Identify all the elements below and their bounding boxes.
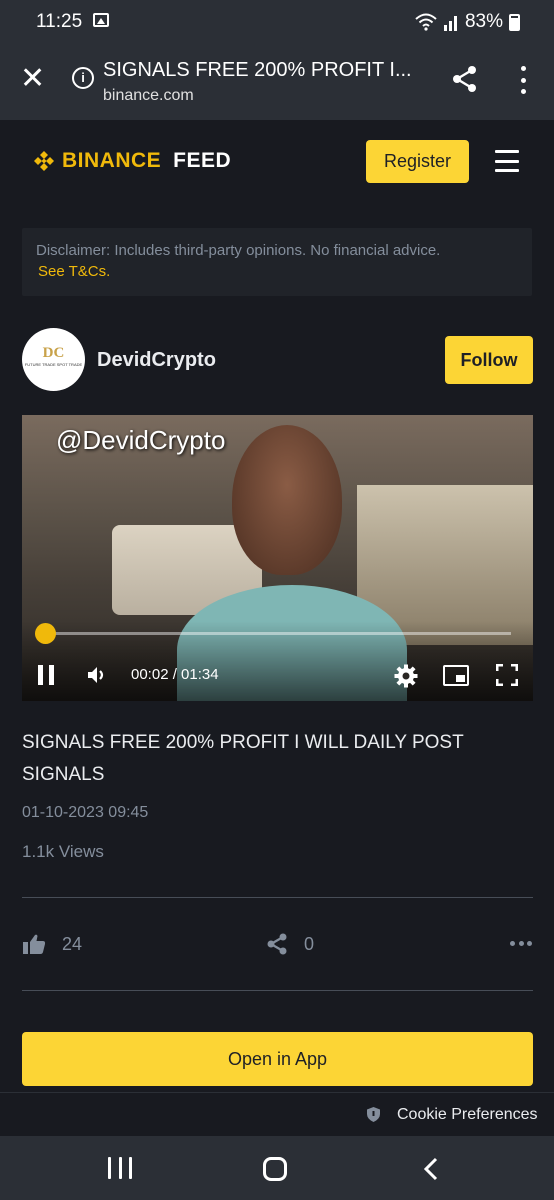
follow-button[interactable]: Follow	[445, 336, 533, 384]
brand-name: BINANCE	[62, 149, 162, 172]
settings-gear-icon[interactable]	[394, 664, 418, 688]
binance-feed-logo[interactable]: BINANCE FEED	[32, 149, 231, 173]
video-frame-person-head	[232, 425, 342, 575]
share-count: 0	[304, 934, 315, 954]
post-views: 1.1k Views	[22, 842, 104, 861]
disclaimer-box: Disclaimer: Includes third-party opinion…	[22, 228, 532, 296]
site-header: BINANCE FEED Register	[0, 120, 554, 208]
picture-in-picture-icon[interactable]	[443, 665, 469, 686]
status-right-group: 83%	[415, 11, 520, 33]
video-scrubber-handle[interactable]	[35, 623, 56, 644]
status-bar: 11:25 83%	[0, 0, 554, 44]
post-date: 01-10-2023 09:45	[22, 804, 149, 821]
thumbs-up-icon[interactable]	[22, 934, 46, 954]
like-count: 24	[62, 934, 83, 954]
hamburger-menu-icon[interactable]	[495, 150, 519, 172]
video-overlay-handle: @DevidCrypto	[56, 425, 226, 455]
browser-url: binance.com	[103, 87, 194, 104]
binance-logo-icon	[34, 151, 54, 171]
brand-section: FEED	[173, 149, 232, 172]
author-name[interactable]: DevidCrypto	[97, 349, 216, 372]
feed-post-page: Disclaimer: Includes third-party opinion…	[0, 208, 554, 1092]
close-icon[interactable]: ✕	[20, 64, 46, 94]
pause-icon[interactable]	[38, 665, 54, 685]
video-player[interactable]: @DevidCrypto 00:02 / 01:34	[22, 415, 533, 701]
system-navigation-bar	[0, 1136, 554, 1200]
video-progress-track[interactable]	[44, 632, 511, 635]
signal-icon	[443, 16, 457, 31]
share-icon[interactable]	[450, 64, 480, 94]
shield-icon	[367, 1107, 380, 1122]
more-menu-icon[interactable]	[515, 66, 531, 94]
wifi-icon	[415, 13, 437, 31]
register-button[interactable]: Register	[366, 140, 469, 183]
browser-toolbar: ✕ i SIGNALS FREE 200% PROFIT I... binanc…	[0, 44, 554, 120]
browser-page-title: SIGNALS FREE 200% PROFIT I...	[103, 59, 412, 81]
battery-icon	[509, 13, 520, 31]
author-avatar[interactable]: DC FUTURE TRADE SPOT TRADE	[22, 328, 85, 391]
battery-percent: 83%	[464, 11, 503, 32]
info-icon[interactable]: i	[72, 67, 94, 89]
volume-icon[interactable]	[85, 663, 109, 687]
avatar-subtext: FUTURE TRADE SPOT TRADE	[24, 362, 83, 367]
cookie-preferences-bar[interactable]: Cookie Preferences	[0, 1092, 554, 1136]
status-time: 11:25	[36, 11, 83, 32]
fullscreen-icon[interactable]	[496, 664, 518, 686]
more-options-icon[interactable]	[510, 941, 532, 947]
video-time: 00:02 / 01:34	[131, 666, 219, 683]
divider	[22, 897, 533, 898]
back-icon[interactable]	[424, 1157, 438, 1181]
gallery-icon	[93, 13, 109, 27]
home-icon[interactable]	[263, 1157, 287, 1181]
cookie-preferences-label[interactable]: Cookie Preferences	[397, 1106, 538, 1124]
recents-icon[interactable]	[108, 1157, 132, 1179]
disclaimer-text: Disclaimer: Includes third-party opinion…	[36, 242, 441, 259]
terms-link[interactable]: See T&Cs.	[36, 261, 518, 282]
share-post-icon[interactable]	[266, 933, 288, 955]
avatar-monogram: DC	[42, 345, 65, 361]
divider	[22, 990, 533, 991]
open-in-app-button[interactable]: Open in App	[22, 1032, 533, 1086]
post-title: SIGNALS FREE 200% PROFIT I WILL DAILY PO…	[22, 732, 464, 785]
